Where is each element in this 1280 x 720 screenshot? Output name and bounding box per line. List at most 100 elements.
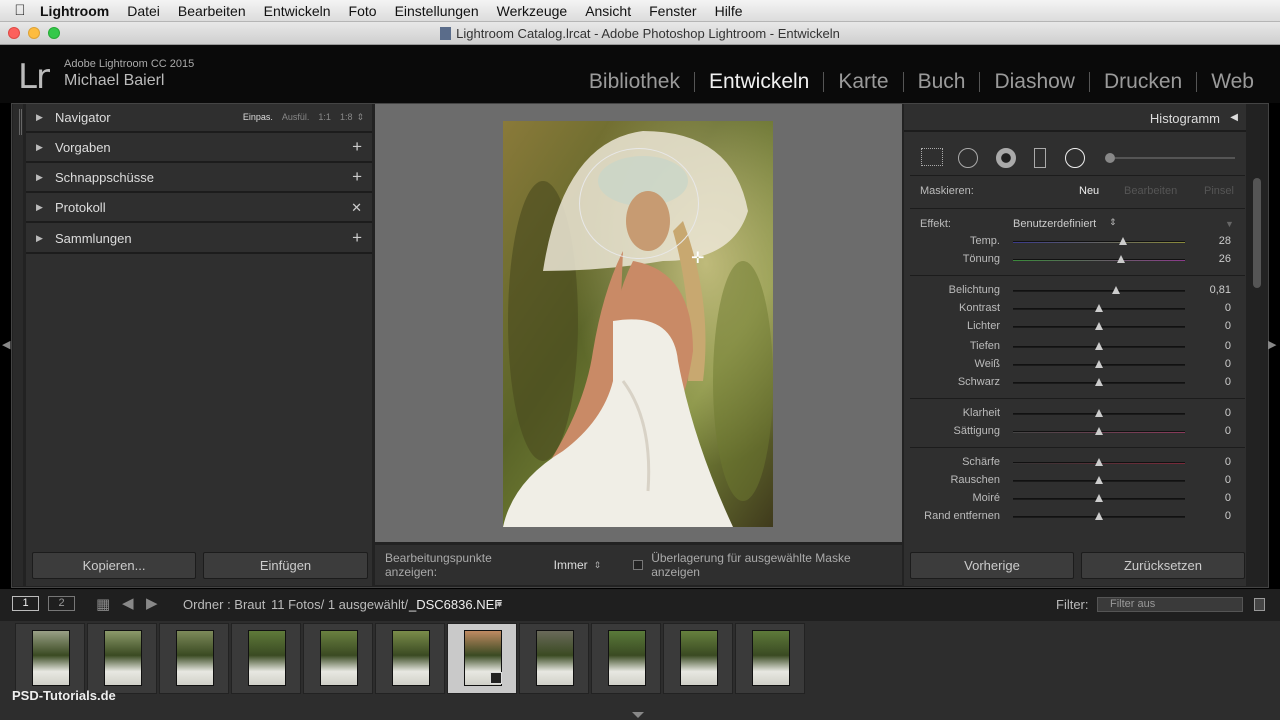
menu-app-name[interactable]: Lightroom bbox=[40, 3, 109, 19]
mask-brush-option[interactable]: Pinsel bbox=[1204, 185, 1234, 197]
slider-thumb[interactable] bbox=[1095, 322, 1103, 330]
module-diashow[interactable]: Diashow bbox=[980, 70, 1089, 94]
slider-thumb[interactable] bbox=[1095, 360, 1103, 368]
zoom-option-1-8[interactable]: 1:8 bbox=[340, 112, 353, 123]
forward-arrow-icon[interactable]: ▶ bbox=[146, 594, 158, 612]
menu-item-foto[interactable]: Foto bbox=[349, 3, 377, 19]
zoom-option-fill[interactable]: Ausfül. bbox=[282, 112, 310, 123]
slider-value[interactable]: 0 bbox=[1225, 407, 1231, 419]
slider-value[interactable]: 0,81 bbox=[1210, 284, 1231, 296]
slider-value[interactable]: 0 bbox=[1225, 340, 1231, 352]
filmstrip-thumbnail[interactable] bbox=[375, 623, 445, 694]
copy-settings-button[interactable]: Kopieren... bbox=[32, 552, 196, 579]
slider-thumb[interactable] bbox=[1119, 237, 1128, 245]
slider-value[interactable]: 0 bbox=[1225, 302, 1231, 314]
slider-track[interactable] bbox=[1013, 290, 1185, 292]
filmstrip-thumbnail[interactable] bbox=[15, 623, 85, 694]
slider-thumb[interactable] bbox=[1095, 378, 1103, 386]
slider-value[interactable]: 0 bbox=[1225, 492, 1231, 504]
radial-filter-tool-icon[interactable] bbox=[1065, 148, 1085, 168]
filmstrip-thumbnail[interactable] bbox=[159, 623, 229, 694]
slider-value[interactable]: 0 bbox=[1225, 474, 1231, 486]
left-scroll-grip[interactable] bbox=[19, 109, 22, 135]
menu-item-werkzeuge[interactable]: Werkzeuge bbox=[497, 3, 568, 19]
zoom-option-1-1[interactable]: 1:1 bbox=[318, 112, 331, 123]
slider-value[interactable]: 0 bbox=[1225, 376, 1231, 388]
zoom-stepper-icon[interactable]: ⇕ bbox=[356, 112, 364, 123]
filmstrip-thumbnail[interactable] bbox=[87, 623, 157, 694]
brush-size-slider-track[interactable] bbox=[1115, 157, 1235, 159]
graduated-filter-tool-icon[interactable] bbox=[1034, 148, 1046, 168]
menu-item-datei[interactable]: Datei bbox=[127, 3, 160, 19]
filmstrip-thumbnail[interactable] bbox=[231, 623, 301, 694]
module-bibliothek[interactable]: Bibliothek bbox=[575, 70, 694, 94]
module-web[interactable]: Web bbox=[1197, 70, 1268, 94]
navigator-header[interactable]: ▶ Navigator Einpas. Ausfül. 1:1 1:8 ⇕ bbox=[26, 104, 372, 133]
menu-item-fenster[interactable]: Fenster bbox=[649, 3, 696, 19]
module-entwickeln[interactable]: Entwickeln bbox=[695, 70, 823, 94]
slider-thumb[interactable] bbox=[1112, 286, 1121, 294]
spot-removal-tool-icon[interactable] bbox=[958, 148, 978, 168]
slider-value[interactable]: 0 bbox=[1225, 425, 1231, 437]
right-panel-toggle-icon[interactable]: ▶ bbox=[1268, 338, 1276, 351]
slider-thumb[interactable] bbox=[1095, 409, 1103, 417]
slider-thumb[interactable] bbox=[1095, 458, 1103, 466]
selected-filename[interactable]: _DSC6836.NEF bbox=[409, 597, 502, 612]
menu-item-bearbeiten[interactable]: Bearbeiten bbox=[178, 3, 246, 19]
brush-size-slider-thumb[interactable] bbox=[1105, 153, 1115, 163]
clear-history-icon[interactable]: ✕ bbox=[351, 200, 362, 216]
slider-value[interactable]: 0 bbox=[1225, 320, 1231, 332]
slider-thumb[interactable] bbox=[1095, 427, 1103, 435]
slider-track[interactable] bbox=[1013, 241, 1185, 243]
add-preset-icon[interactable]: + bbox=[352, 137, 362, 157]
filmstrip-thumbnail[interactable] bbox=[663, 623, 733, 694]
slider-value[interactable]: 0 bbox=[1225, 510, 1231, 522]
reset-button[interactable]: Zurücksetzen bbox=[1081, 552, 1245, 579]
snapshots-header[interactable]: ▶ Schnappschüsse + bbox=[26, 164, 372, 193]
slider-value[interactable]: 26 bbox=[1219, 253, 1231, 265]
back-arrow-icon[interactable]: ◀ bbox=[122, 594, 134, 612]
slider-track[interactable] bbox=[1013, 259, 1185, 261]
mask-new-option[interactable]: Neu bbox=[1079, 185, 1099, 197]
presets-header[interactable]: ▶ Vorgaben + bbox=[26, 134, 372, 163]
histogram-header[interactable]: Histogramm ◀ bbox=[904, 104, 1246, 132]
filter-select[interactable]: Filter aus bbox=[1097, 597, 1243, 612]
secondary-screen-button[interactable]: 2 bbox=[48, 596, 75, 611]
filmstrip-thumbnail[interactable] bbox=[735, 623, 805, 694]
slider-value[interactable]: 0 bbox=[1225, 358, 1231, 370]
zoom-option-fit[interactable]: Einpas. bbox=[243, 112, 273, 123]
history-header[interactable]: ▶ Protokoll ✕ bbox=[26, 194, 372, 223]
close-window-button[interactable] bbox=[8, 27, 20, 39]
bottom-panel-toggle-icon[interactable] bbox=[632, 712, 644, 718]
filmstrip-thumbnail[interactable] bbox=[519, 623, 589, 694]
module-drucken[interactable]: Drucken bbox=[1090, 70, 1196, 94]
slider-value[interactable]: 0 bbox=[1225, 456, 1231, 468]
effect-preset-select[interactable]: Benutzerdefiniert bbox=[1013, 218, 1096, 230]
menu-item-hilfe[interactable]: Hilfe bbox=[715, 3, 743, 19]
minimize-window-button[interactable] bbox=[28, 27, 40, 39]
mask-overlay-checkbox[interactable] bbox=[633, 560, 644, 570]
crop-tool-icon[interactable] bbox=[921, 148, 943, 166]
radial-filter-mask-outline[interactable] bbox=[579, 148, 699, 259]
module-buch[interactable]: Buch bbox=[904, 70, 980, 94]
module-karte[interactable]: Karte bbox=[824, 70, 902, 94]
slider-thumb[interactable] bbox=[1117, 255, 1126, 263]
source-folder[interactable]: Ordner : Braut bbox=[183, 597, 265, 612]
filter-lock-icon[interactable] bbox=[1254, 598, 1265, 611]
menu-item-entwickeln[interactable]: Entwickeln bbox=[264, 3, 331, 19]
slider-thumb[interactable] bbox=[1095, 342, 1103, 350]
red-eye-tool-icon[interactable] bbox=[996, 148, 1016, 168]
previous-settings-button[interactable]: Vorherige bbox=[910, 552, 1074, 579]
filename-dropdown-icon[interactable]: ▼ bbox=[495, 599, 504, 609]
filmstrip-thumbnail[interactable] bbox=[447, 623, 517, 694]
paste-settings-button[interactable]: Einfügen bbox=[203, 552, 368, 579]
filmstrip-thumbnail[interactable] bbox=[303, 623, 373, 694]
collapse-effect-icon[interactable]: ▼ bbox=[1225, 219, 1234, 229]
zoom-window-button[interactable] bbox=[48, 27, 60, 39]
right-panel-scrollbar[interactable] bbox=[1253, 178, 1261, 288]
collections-header[interactable]: ▶ Sammlungen + bbox=[26, 225, 372, 254]
collapse-triangle-icon[interactable]: ◀ bbox=[1230, 112, 1238, 123]
show-edit-pins-select[interactable]: Immer bbox=[554, 558, 588, 572]
slider-thumb[interactable] bbox=[1095, 304, 1103, 312]
menu-item-ansicht[interactable]: Ansicht bbox=[585, 3, 631, 19]
